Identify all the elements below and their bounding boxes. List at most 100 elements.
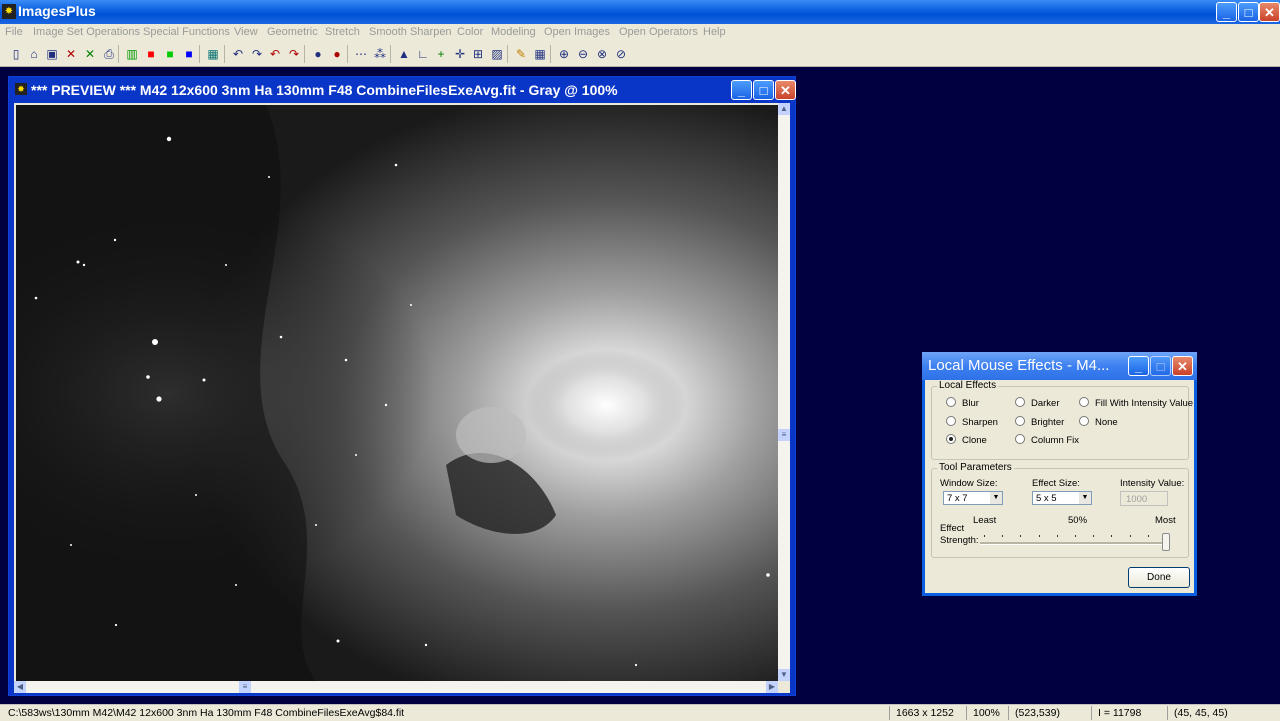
nebula-image: [16, 105, 778, 681]
vertical-scroll-thumb[interactable]: ≡: [778, 429, 790, 441]
preview-window: ✸ *** PREVIEW *** M42 12x600 3nm Ha 130m…: [8, 76, 796, 696]
slider-tick: [1038, 535, 1040, 537]
radio-blur[interactable]: Blur: [946, 397, 979, 409]
preview-minimize-button[interactable]: _: [731, 80, 752, 100]
radio-sharpen[interactable]: Sharpen: [946, 416, 998, 428]
app-title: ImagesPlus: [18, 3, 96, 19]
done-button[interactable]: Done: [1128, 567, 1190, 588]
histogram-icon[interactable]: ▲: [396, 46, 412, 62]
radio-none[interactable]: None: [1079, 416, 1118, 428]
app-title-bar: ✸ ImagesPlus _ □ ✕: [0, 0, 1280, 24]
menu-image-set-operations[interactable]: Image Set Operations: [33, 26, 140, 38]
least-label: Least: [973, 515, 997, 526]
menu-stretch[interactable]: Stretch: [325, 26, 360, 38]
menu-help[interactable]: Help: [703, 26, 726, 38]
astro-image[interactable]: [16, 105, 778, 681]
horizontal-scroll-thumb[interactable]: ≡: [239, 681, 251, 693]
frame-icon[interactable]: ⊞: [470, 46, 486, 62]
points-icon[interactable]: ⁂: [372, 46, 388, 62]
radio-fill-with-intensity[interactable]: Fill With Intensity Value: [1079, 397, 1193, 409]
mask-red-icon[interactable]: ●: [329, 46, 345, 62]
status-dimensions: 1663 x 1252: [889, 706, 954, 720]
grid-icon[interactable]: ▦: [205, 46, 221, 62]
app-minimize-button[interactable]: _: [1216, 2, 1237, 22]
status-rgb-values: (45, 45, 45): [1167, 706, 1228, 720]
pencil-icon[interactable]: ✎: [513, 46, 529, 62]
scroll-left-icon[interactable]: ◀: [14, 681, 26, 693]
preview-title: *** PREVIEW *** M42 12x600 3nm Ha 130mm …: [31, 82, 618, 98]
dialog-close-button[interactable]: ✕: [1172, 356, 1193, 376]
redo-icon[interactable]: ↷: [249, 46, 265, 62]
rgb-channels-icon[interactable]: ▥: [124, 46, 140, 62]
menu-smooth-sharpen[interactable]: Smooth Sharpen: [369, 26, 452, 38]
zoom-fit-icon[interactable]: ⊗: [594, 46, 610, 62]
dialog-title: Local Mouse Effects - M4...: [928, 357, 1110, 374]
effect-strength-slider[interactable]: [980, 533, 1170, 551]
preview-close-button[interactable]: ✕: [775, 80, 796, 100]
toolbar-separator: [224, 45, 225, 63]
menu-file[interactable]: File: [5, 26, 23, 38]
blue-channel-icon[interactable]: ■: [181, 46, 197, 62]
slider-tick: [984, 535, 985, 537]
zoom-out-icon[interactable]: ⊖: [575, 46, 591, 62]
zoom-in-icon[interactable]: ⊕: [556, 46, 572, 62]
window-size-label: Window Size:: [940, 478, 998, 489]
fifty-percent-label: 50%: [1068, 515, 1088, 526]
menu-special-functions[interactable]: Special Functions: [143, 26, 230, 38]
window-size-select[interactable]: 7 x 7 ▼: [943, 491, 1003, 505]
scroll-right-icon[interactable]: ▶: [766, 681, 778, 693]
levels-icon[interactable]: ∟: [415, 46, 431, 62]
radio-column-fix[interactable]: Column Fix: [1015, 434, 1079, 446]
undo-icon[interactable]: ↶: [230, 46, 246, 62]
app-close-button[interactable]: ✕: [1259, 2, 1280, 22]
new-file-icon[interactable]: ▯: [8, 46, 24, 62]
local-mouse-effects-dialog: Local Mouse Effects - M4... _ □ ✕ Local …: [922, 352, 1197, 596]
undo-all-icon[interactable]: ↶: [267, 46, 283, 62]
crosshair-icon[interactable]: ✛: [452, 46, 468, 62]
menu-open-operators[interactable]: Open Operators: [619, 26, 698, 38]
add-icon[interactable]: +: [433, 46, 449, 62]
tool-parameters-label: Tool Parameters: [937, 462, 1014, 473]
close-image-icon[interactable]: ✕: [63, 46, 79, 62]
scroll-up-icon[interactable]: ▲: [778, 103, 790, 115]
menu-view[interactable]: View: [234, 26, 258, 38]
app-maximize-button[interactable]: □: [1238, 2, 1259, 22]
save-icon[interactable]: ▣: [44, 46, 60, 62]
most-label: Most: [1155, 515, 1176, 526]
radio-darker[interactable]: Darker: [1015, 397, 1060, 409]
table-icon[interactable]: ▦: [532, 46, 548, 62]
chevron-down-icon: ▼: [990, 492, 1002, 504]
preview-maximize-button[interactable]: □: [753, 80, 774, 100]
close-all-icon[interactable]: ✕: [82, 46, 98, 62]
green-channel-icon[interactable]: ■: [162, 46, 178, 62]
menu-color[interactable]: Color: [457, 26, 483, 38]
slider-tick: [1056, 535, 1058, 537]
dialog-minimize-button[interactable]: _: [1128, 356, 1149, 376]
status-intensity: I = 11798: [1091, 706, 1141, 720]
menu-open-images[interactable]: Open Images: [544, 26, 610, 38]
radio-brighter[interactable]: Brighter: [1015, 416, 1064, 428]
local-effects-group: Local Effects Blur Darker Fill With Inte…: [931, 380, 1193, 460]
chevron-down-icon: ▼: [1079, 492, 1091, 504]
menu-geometric[interactable]: Geometric: [267, 26, 318, 38]
print-icon[interactable]: ⎙: [101, 46, 117, 62]
horizontal-scrollbar[interactable]: ◀ ≡ ▶: [14, 681, 778, 693]
redo-all-icon[interactable]: ↷: [286, 46, 302, 62]
open-folder-icon[interactable]: ⌂: [26, 46, 42, 62]
status-coordinates: (523,539): [1008, 706, 1060, 720]
red-channel-icon[interactable]: ■: [143, 46, 159, 62]
status-zoom: 100%: [966, 706, 1000, 720]
vertical-scrollbar[interactable]: ▲ ≡ ▼: [778, 103, 790, 681]
picture-icon[interactable]: ▨: [489, 46, 505, 62]
toolbar-separator: [118, 45, 119, 63]
radio-clone[interactable]: Clone: [946, 434, 987, 446]
dotted-line-icon[interactable]: ⋯: [353, 46, 369, 62]
preview-window-icon: ✸: [15, 83, 27, 95]
slider-thumb[interactable]: [1162, 533, 1170, 551]
menu-modeling[interactable]: Modeling: [491, 26, 536, 38]
effect-size-select[interactable]: 5 x 5 ▼: [1032, 491, 1092, 505]
zoom-actual-icon[interactable]: ⊘: [613, 46, 629, 62]
mask-icon[interactable]: ●: [310, 46, 326, 62]
scroll-down-icon[interactable]: ▼: [778, 669, 790, 681]
dialog-title-bar: Local Mouse Effects - M4... _ □ ✕: [922, 352, 1197, 380]
